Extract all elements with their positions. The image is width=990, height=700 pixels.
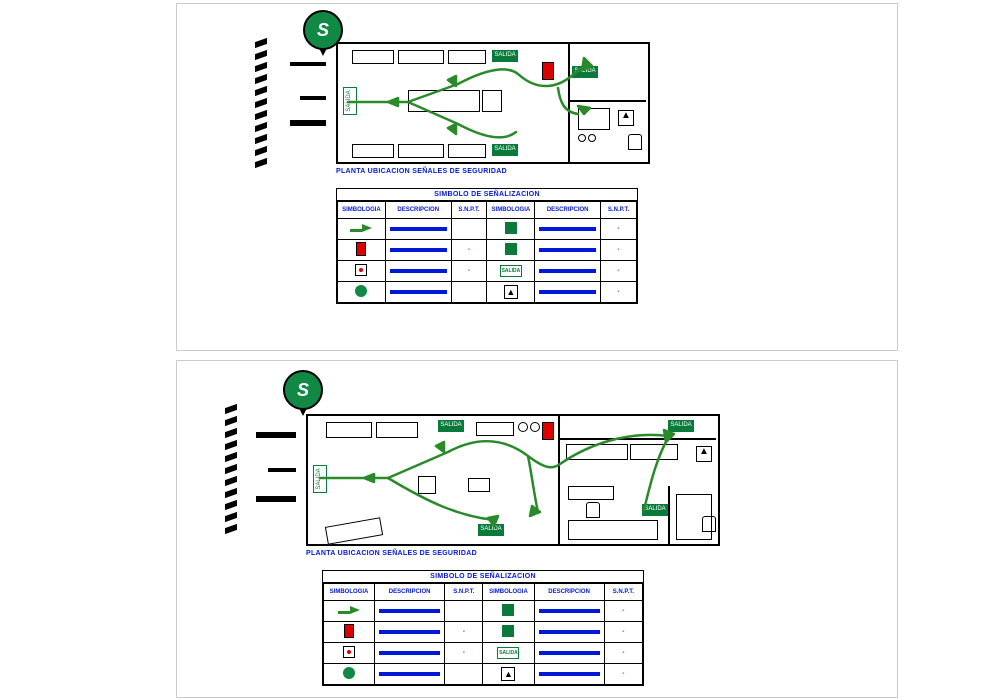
legend-symbol-cell bbox=[324, 601, 375, 622]
legend-desc-cell bbox=[535, 240, 601, 261]
legend-symbol-cell bbox=[324, 622, 375, 643]
legend-table: SIMBOLO DE SEÑALIZACION SIMBOLOGIA DESCR… bbox=[336, 188, 638, 304]
entry-bar bbox=[256, 432, 296, 438]
evacuation-path bbox=[338, 44, 648, 162]
legend-snpt-cell bbox=[445, 664, 483, 685]
legend-header: SIMBOLOGIA bbox=[338, 202, 386, 219]
legend-header: SIMBOLOGIA bbox=[487, 202, 535, 219]
entry-bar bbox=[268, 468, 296, 472]
floor-plan: SALIDA SALIDA SALIDA SALIDA SALIDA bbox=[306, 414, 720, 546]
plan-caption: PLANTA UBICACION SEÑALES DE SEGURIDAD bbox=[306, 550, 477, 557]
legend-snpt-cell: - bbox=[604, 622, 642, 643]
evacuation-path bbox=[308, 416, 718, 544]
legend-snpt-cell: - bbox=[601, 240, 637, 261]
legend-snpt-cell bbox=[451, 219, 487, 240]
legend-symbol-cell bbox=[487, 219, 535, 240]
plan-caption: PLANTA UBICACION SEÑALES DE SEGURIDAD bbox=[336, 168, 507, 175]
legend-symbol-cell bbox=[483, 622, 534, 643]
legend-symbol-cell bbox=[487, 240, 535, 261]
legend-header: S.N.P.T. bbox=[604, 584, 642, 601]
legend-symbol-cell bbox=[338, 240, 386, 261]
legend-desc-cell bbox=[385, 261, 451, 282]
legend-snpt-cell: - bbox=[445, 643, 483, 664]
legend-desc-cell bbox=[535, 261, 601, 282]
legend-symbol-cell: SALIDA bbox=[487, 261, 535, 282]
entry-bar bbox=[290, 62, 326, 66]
legend-snpt-cell: - bbox=[604, 664, 642, 685]
legend-symbol-cell bbox=[338, 261, 386, 282]
north-indicator: S bbox=[283, 370, 323, 410]
legend-snpt-cell: - bbox=[451, 240, 487, 261]
legend-header: DESCRIPCION bbox=[375, 584, 445, 601]
legend-title: SIMBOLO DE SEÑALIZACION bbox=[323, 571, 643, 583]
legend-desc-cell bbox=[375, 622, 445, 643]
hatch-strip bbox=[255, 40, 267, 170]
legend-desc-cell bbox=[385, 240, 451, 261]
legend-snpt-cell: - bbox=[445, 622, 483, 643]
north-indicator: S bbox=[303, 10, 343, 50]
legend-symbol-cell: SALIDA bbox=[483, 643, 534, 664]
legend-desc-cell bbox=[534, 601, 604, 622]
legend-header: DESCRIPCION bbox=[385, 202, 451, 219]
legend-header: S.N.P.T. bbox=[451, 202, 487, 219]
legend-desc-cell bbox=[375, 664, 445, 685]
legend-desc-cell bbox=[535, 282, 601, 303]
legend-symbol-cell bbox=[324, 643, 375, 664]
legend-snpt-cell bbox=[445, 601, 483, 622]
legend-desc-cell bbox=[375, 643, 445, 664]
legend-desc-cell bbox=[385, 219, 451, 240]
legend-desc-cell bbox=[534, 643, 604, 664]
entry-bar bbox=[256, 496, 296, 502]
legend-desc-cell bbox=[534, 622, 604, 643]
entry-bar bbox=[290, 120, 326, 126]
legend-snpt-cell: - bbox=[601, 282, 637, 303]
legend-symbol-cell: ▲ bbox=[483, 664, 534, 685]
hatch-strip bbox=[225, 406, 237, 536]
legend-snpt-cell: - bbox=[451, 261, 487, 282]
legend-snpt-cell: - bbox=[604, 601, 642, 622]
legend-desc-cell bbox=[534, 664, 604, 685]
legend-header: SIMBOLOGIA bbox=[483, 584, 534, 601]
legend-header: SIMBOLOGIA bbox=[324, 584, 375, 601]
legend-snpt-cell bbox=[451, 282, 487, 303]
legend-symbol-cell bbox=[338, 219, 386, 240]
legend-header: S.N.P.T. bbox=[445, 584, 483, 601]
legend-symbol-cell bbox=[324, 664, 375, 685]
legend-snpt-cell: - bbox=[604, 643, 642, 664]
entry-bar bbox=[300, 96, 326, 100]
legend-snpt-cell: - bbox=[601, 261, 637, 282]
legend-desc-cell bbox=[535, 219, 601, 240]
legend-table: SIMBOLO DE SEÑALIZACION SIMBOLOGIA DESCR… bbox=[322, 570, 644, 686]
legend-symbol-cell: ▲ bbox=[487, 282, 535, 303]
legend-symbol-cell bbox=[338, 282, 386, 303]
floor-plan: SALIDA SALIDA SALIDA SALIDA bbox=[336, 42, 650, 164]
legend-header: S.N.P.T. bbox=[601, 202, 637, 219]
legend-desc-cell bbox=[375, 601, 445, 622]
legend-snpt-cell: - bbox=[601, 219, 637, 240]
legend-header: DESCRIPCION bbox=[535, 202, 601, 219]
legend-symbol-cell bbox=[483, 601, 534, 622]
legend-desc-cell bbox=[385, 282, 451, 303]
legend-header: DESCRIPCION bbox=[534, 584, 604, 601]
legend-title: SIMBOLO DE SEÑALIZACION bbox=[337, 189, 637, 201]
